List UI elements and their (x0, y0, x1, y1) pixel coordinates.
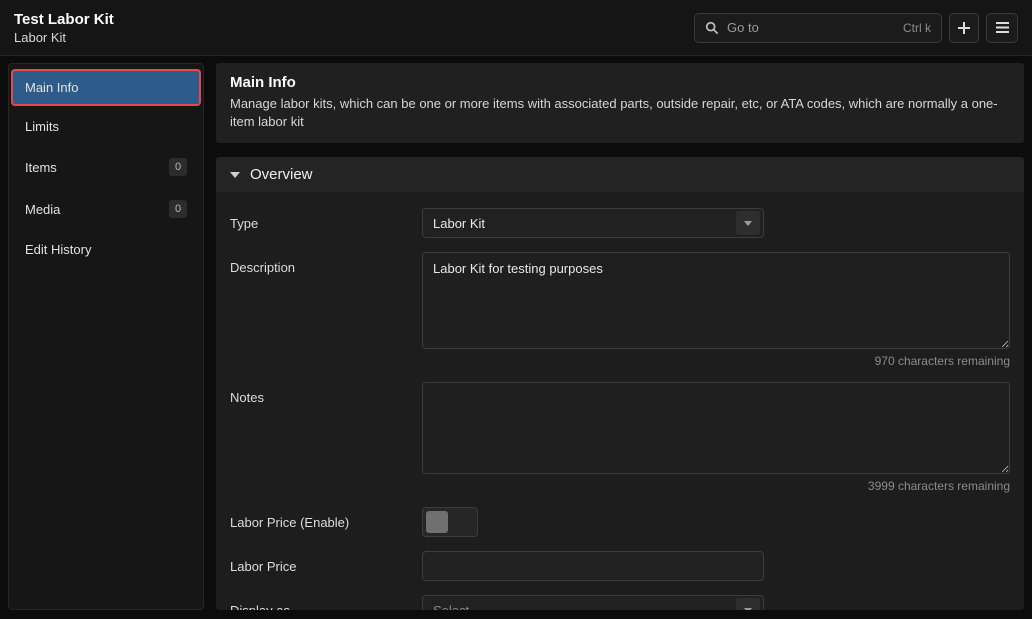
title-block: Test Labor Kit Labor Kit (14, 11, 114, 45)
type-select[interactable]: Labor Kit (422, 208, 764, 238)
hamburger-icon (995, 21, 1010, 34)
chevron-down-icon (736, 598, 760, 610)
sidebar-item-edit-history[interactable]: Edit History (11, 231, 201, 268)
section-description: Manage labor kits, which can be one or m… (230, 95, 1010, 131)
main-content: Main Info Manage labor kits, which can b… (216, 63, 1024, 610)
notes-chars-remaining: 3999 characters remaining (422, 479, 1010, 493)
sidebar: Main Info Limits Items 0 Media 0 Edit Hi… (8, 63, 204, 610)
sidebar-item-label: Edit History (25, 242, 91, 257)
layout: Main Info Limits Items 0 Media 0 Edit Hi… (0, 56, 1032, 618)
sidebar-item-label: Limits (25, 119, 59, 134)
display-as-row: Display as Select... (230, 595, 1010, 610)
type-label: Type (230, 208, 422, 238)
notes-label: Notes (230, 382, 422, 493)
page-title: Test Labor Kit (14, 11, 114, 28)
notes-row: Notes 3999 characters remaining (230, 382, 1010, 493)
sidebar-item-main-info[interactable]: Main Info (11, 69, 201, 106)
labor-price-row: Labor Price (230, 551, 1010, 581)
labor-price-input[interactable] (422, 551, 764, 581)
labor-price-enable-row: Labor Price (Enable) (230, 507, 1010, 537)
goto-search-box[interactable]: Ctrl k (694, 13, 942, 43)
menu-button[interactable] (986, 13, 1018, 43)
notes-textarea[interactable] (422, 382, 1010, 474)
sidebar-item-limits[interactable]: Limits (11, 108, 201, 145)
description-textarea[interactable]: Labor Kit for testing purposes (422, 252, 1010, 349)
header-actions: Ctrl k (694, 13, 1018, 43)
sidebar-item-label: Media (25, 202, 60, 217)
sidebar-item-label: Items (25, 160, 57, 175)
labor-price-label: Labor Price (230, 551, 422, 581)
type-select-value: Labor Kit (433, 216, 485, 231)
search-icon (705, 21, 719, 35)
type-row: Type Labor Kit (230, 208, 1010, 238)
overview-form: Type Labor Kit Description Labor Kit for… (216, 192, 1024, 610)
overview-title: Overview (250, 166, 313, 183)
description-row: Description Labor Kit for testing purpos… (230, 252, 1010, 368)
media-count-badge: 0 (169, 200, 187, 218)
labor-price-enable-toggle[interactable] (422, 507, 478, 537)
add-button[interactable] (949, 13, 979, 43)
display-as-select[interactable]: Select... (422, 595, 764, 610)
sidebar-item-items[interactable]: Items 0 (11, 147, 201, 187)
toggle-knob (426, 511, 448, 533)
chevron-down-icon (736, 211, 760, 235)
sidebar-item-media[interactable]: Media 0 (11, 189, 201, 229)
display-as-label: Display as (230, 595, 422, 610)
description-chars-remaining: 970 characters remaining (422, 354, 1010, 368)
overview-header[interactable]: Overview (216, 157, 1024, 192)
main-info-header-panel: Main Info Manage labor kits, which can b… (216, 63, 1024, 143)
shortcut-hint: Ctrl k (903, 21, 931, 35)
app-header: Test Labor Kit Labor Kit Ctrl k (0, 0, 1032, 56)
chevron-down-icon (230, 172, 240, 178)
display-as-placeholder: Select... (433, 603, 480, 610)
sidebar-item-label: Main Info (25, 80, 78, 95)
page-subtitle: Labor Kit (14, 30, 114, 45)
labor-price-enable-label: Labor Price (Enable) (230, 507, 422, 537)
goto-search-input[interactable] (727, 20, 895, 35)
plus-icon (957, 21, 971, 35)
overview-section: Overview Type Labor Kit Description (216, 157, 1024, 610)
description-label: Description (230, 252, 422, 368)
items-count-badge: 0 (169, 158, 187, 176)
section-title: Main Info (230, 74, 1010, 91)
